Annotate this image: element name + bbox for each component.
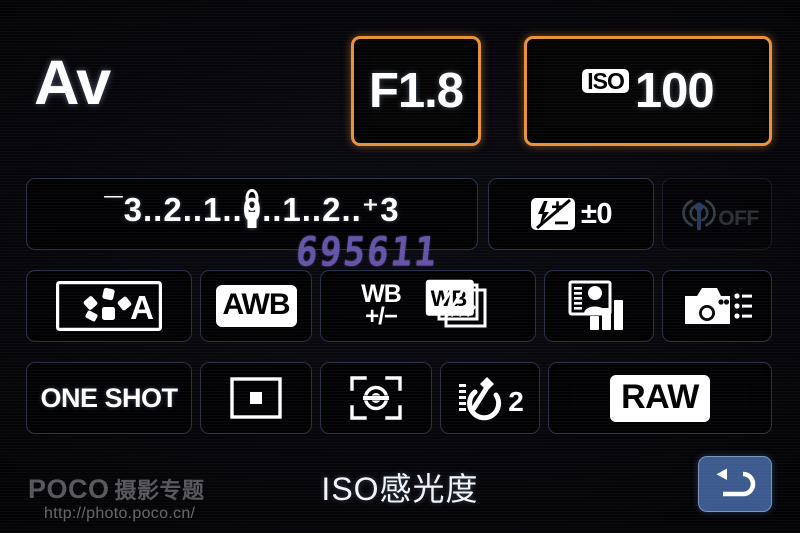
af-area-setting[interactable]	[200, 362, 312, 434]
auto-lighting-optimizer-icon	[568, 280, 630, 332]
af-mode-setting[interactable]: ONE SHOT	[26, 362, 192, 434]
aperture-value: F1.8	[368, 64, 464, 118]
bottom-bar: ISO感光度	[0, 452, 800, 533]
setting-name-hint: ISO感光度	[321, 471, 479, 507]
exposure-level-meter[interactable]: ¯3..2..1..0..1..2..⁺3	[26, 178, 478, 250]
image-quality-setting[interactable]: RAW	[548, 362, 772, 434]
return-button[interactable]	[698, 456, 772, 512]
metering-mode-setting[interactable]	[320, 362, 432, 434]
iso-value: 100	[634, 64, 715, 118]
drive-mode-setting[interactable]: 2	[440, 362, 540, 434]
top-status-row: Av F1.8 ISO 100	[0, 14, 800, 146]
evaluative-metering-icon	[350, 376, 402, 420]
flash-exposure-compensation-icon	[530, 197, 576, 231]
shooting-mode-indicator: Av	[34, 48, 111, 118]
auto-lighting-optimizer-setting[interactable]	[544, 270, 654, 342]
wb-bracketing-icon: WB	[425, 279, 495, 333]
white-balance-badge: AWB	[215, 285, 297, 327]
iso-setting[interactable]: ISO 100	[524, 36, 772, 146]
picture-style-setting[interactable]: A	[26, 270, 192, 342]
image-quality-badge: RAW	[610, 374, 710, 422]
custom-functions-setting[interactable]	[662, 270, 772, 342]
self-timer-seconds: 2	[508, 386, 524, 417]
wb-correction-line2: +/−	[365, 303, 398, 331]
wb-correction-icon: WB +/−	[361, 282, 402, 331]
camera-custom-functions-icon	[681, 282, 753, 330]
picture-style-auto-icon: A	[56, 281, 162, 331]
aperture-setting[interactable]: F1.8	[351, 36, 481, 146]
camera-lcd-screen: Av F1.8 ISO 100 ¯3..2..1..0..1..2..⁺3 ±0…	[0, 0, 800, 533]
wireless-setting[interactable]: OFF	[662, 178, 772, 250]
flash-exposure-compensation-value: ±0	[580, 197, 613, 230]
exposure-scale: ¯3..2..1..0..1..2..⁺3	[27, 179, 477, 249]
return-arrow-icon	[713, 467, 757, 501]
white-balance-setting[interactable]: AWB	[200, 270, 312, 342]
wifi-icon	[675, 194, 723, 234]
svg-text:A: A	[130, 289, 154, 326]
iso-label-badge: ISO	[582, 69, 629, 93]
flash-exposure-compensation-setting[interactable]: ±0	[488, 178, 654, 250]
exposure-index-marker	[247, 212, 257, 228]
self-timer-icon	[456, 375, 510, 421]
af-mode-label: ONE SHOT	[40, 382, 178, 413]
wb-shift-bracketing-setting[interactable]: WB +/− WB	[320, 270, 536, 342]
wifi-status-label: OFF	[718, 206, 759, 230]
single-point-af-icon	[230, 377, 282, 419]
